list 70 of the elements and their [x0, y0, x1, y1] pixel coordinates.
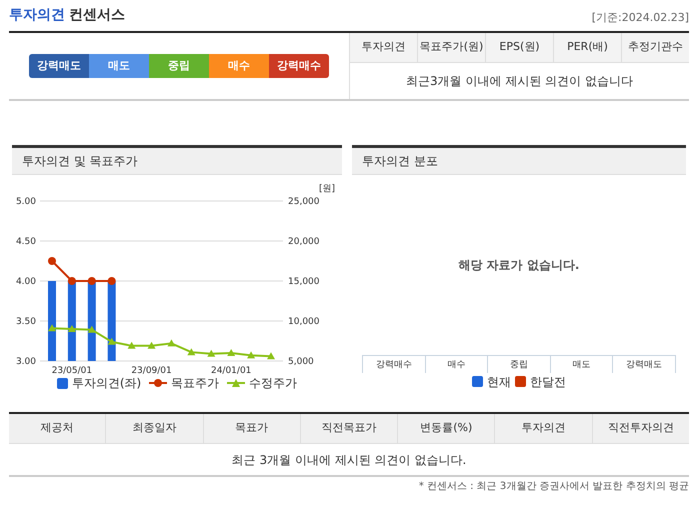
axis-label: 23/09/01 [131, 366, 172, 376]
axis-label: 15,000 [288, 277, 320, 287]
target-price-line [48, 257, 116, 285]
axis-label: 5,000 [288, 357, 314, 367]
legend-dot-line-icon [149, 378, 168, 388]
section-title-highlight: 투자의견 [9, 6, 65, 25]
point [207, 350, 216, 357]
legend-label: 수정주가 [249, 375, 298, 392]
column-header: 목표주가(원) [417, 33, 485, 62]
opinion-scale-segment: 강력매도 [29, 54, 89, 78]
axis-label: 25,000 [288, 197, 320, 207]
point [247, 351, 256, 358]
column-header: PER(배) [553, 33, 621, 62]
opinion-scale-segment: 중립 [149, 54, 209, 78]
legend-label: 투자의견(좌) [72, 375, 142, 392]
column-header: 목표가 [202, 414, 300, 443]
opinion-scale-segment: 매수 [209, 54, 269, 78]
footnote: * 컨센서스 : 최근 3개월간 증권사에서 발표한 추정치의 평균 [418, 480, 689, 494]
axis-label: 23/05/01 [52, 366, 92, 376]
point [88, 277, 96, 285]
point [167, 339, 176, 346]
point [48, 324, 56, 332]
point [68, 277, 76, 285]
section-title: 컨센서스 [69, 6, 125, 25]
column-header: 제공처 [40, 420, 75, 436]
point [148, 342, 156, 349]
axis-label: 매도 [550, 356, 612, 372]
empty-message: 최근3개월 이내에 제시된 의견이 없습니다 [406, 73, 633, 90]
column-header: EPS(원) [485, 33, 553, 62]
point [88, 326, 96, 333]
axis-unit: [원] [319, 184, 336, 194]
axis-label: 20,000 [288, 237, 320, 247]
axis-label: 4.50 [16, 237, 36, 247]
axis-label: 4.00 [16, 277, 36, 287]
column-header: 투자의견 [494, 414, 592, 443]
column-header: 직전목표가 [300, 414, 398, 443]
axis-label: 3.00 [16, 357, 36, 367]
point [187, 348, 196, 356]
axis-label: 매수 [424, 356, 488, 372]
column-header: 변동률(%) [397, 414, 494, 443]
axis-label: 강력매도 [612, 356, 676, 372]
column-header: 최종일자 [105, 414, 203, 443]
reference-date: [기준:2024.02.23] [592, 10, 689, 26]
column-header: 추정기관수 [621, 33, 689, 62]
axis-label: 3.50 [16, 317, 36, 327]
column-header: 투자의견 [360, 39, 406, 56]
axis-label: 강력매수 [362, 356, 425, 372]
axis-label: 24/01/01 [210, 366, 252, 376]
legend-label: 현재 [487, 374, 511, 390]
point [227, 349, 236, 356]
legend-square-icon [56, 378, 68, 388]
point [108, 277, 116, 285]
column-header: 직전투자의견 [592, 414, 689, 443]
point [108, 338, 116, 345]
legend-label: 목표주가 [171, 375, 220, 392]
point [267, 352, 275, 360]
opinion-scale-segment: 강력매수 [269, 54, 329, 78]
legend-triangle-line-icon [227, 378, 246, 388]
legend-label: 한달전 [530, 374, 566, 390]
axis-label: 5.00 [16, 197, 36, 207]
no-data-message: 해당 자료가 없습니다. [458, 257, 580, 274]
point [48, 257, 56, 265]
panel-title: 투자의견 및 목표주가 [22, 153, 138, 170]
panel-title: 투자의견 분포 [362, 153, 438, 170]
axis-label: 중립 [487, 356, 550, 372]
axis-label: 10,000 [288, 317, 320, 327]
point [128, 342, 136, 349]
empty-message: 최근 3개월 이내에 제시된 의견이 없습니다. [232, 452, 466, 468]
opinion-scale-segment: 매도 [89, 54, 149, 78]
point [68, 325, 76, 332]
